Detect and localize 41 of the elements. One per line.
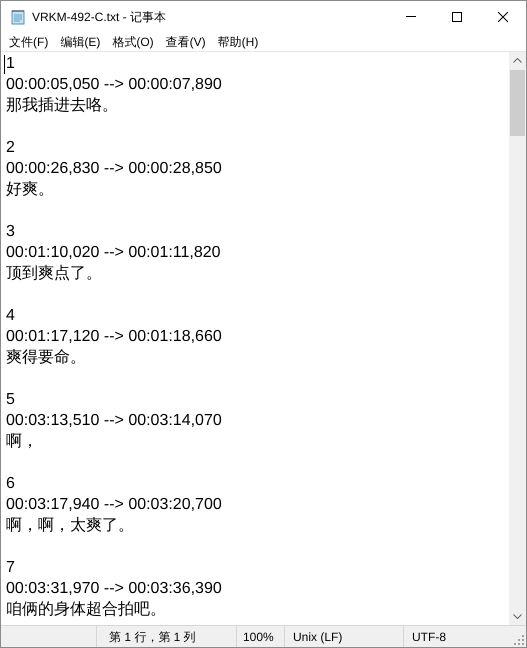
menu-item[interactable]: 帮助(H) [212,32,264,52]
resize-grip-icon[interactable] [514,635,524,645]
scrollbar[interactable] [509,52,526,625]
subtitle-text: 好爽。 [6,181,54,198]
subtitle-text: 顶到爽点了。 [6,265,102,282]
subtitle-timecode: 00:01:17,120 --> 00:01:18,660 [6,328,222,345]
subtitle-text: 爽得要命。 [6,349,86,366]
scroll-up-icon[interactable] [513,58,522,63]
minimize-icon [406,16,416,17]
menu-item[interactable]: 文件(F) [3,32,54,52]
notepad-icon [10,8,26,24]
subtitle-text: 咱俩的身体超合拍吧。 [6,601,166,618]
subtitle-number: 6 [6,475,15,492]
subtitle-timecode: 00:01:10,020 --> 00:01:11,820 [6,244,221,261]
line-ending: Unix (LF) [293,628,342,646]
maximize-icon [452,12,462,22]
encoding: UTF-8 [412,628,446,646]
subtitle-number: 5 [6,391,15,408]
subtitle-text: 那我插进去咯。 [6,97,118,114]
subtitle-number: 2 [6,139,15,156]
menu-item[interactable]: 格式(O) [106,32,160,52]
cursor-position: 第 1 行，第 1 列 [109,628,196,646]
subtitle-text: 啊，啊，太爽了。 [6,517,134,534]
close-icon [498,12,508,22]
subtitle-timecode: 00:03:17,940 --> 00:03:20,700 [6,496,222,513]
subtitle-text: 啊， [6,433,38,450]
subtitle-number: 4 [6,307,15,324]
subtitle-number: 7 [6,559,15,576]
window-title: VRKM-492-C.txt - 记事本 [32,8,166,26]
subtitle-timecode: 00:00:05,050 --> 00:00:07,890 [6,76,222,93]
zoom-level: 100% [243,628,274,646]
subtitle-number: 1 [6,55,15,72]
menu-item[interactable]: 查看(V) [160,32,212,52]
menu-item[interactable]: 编辑(E) [54,32,106,52]
subtitle-number: 3 [6,223,15,240]
subtitle-timecode: 00:03:31,970 --> 00:03:36,390 [6,580,222,597]
subtitle-timecode: 00:00:26,830 --> 00:00:28,850 [6,160,222,177]
scroll-thumb[interactable] [510,70,525,136]
scroll-down-icon[interactable] [513,614,522,619]
text-cursor [4,55,5,74]
subtitle-timecode: 00:03:13,510 --> 00:03:14,070 [6,412,222,429]
